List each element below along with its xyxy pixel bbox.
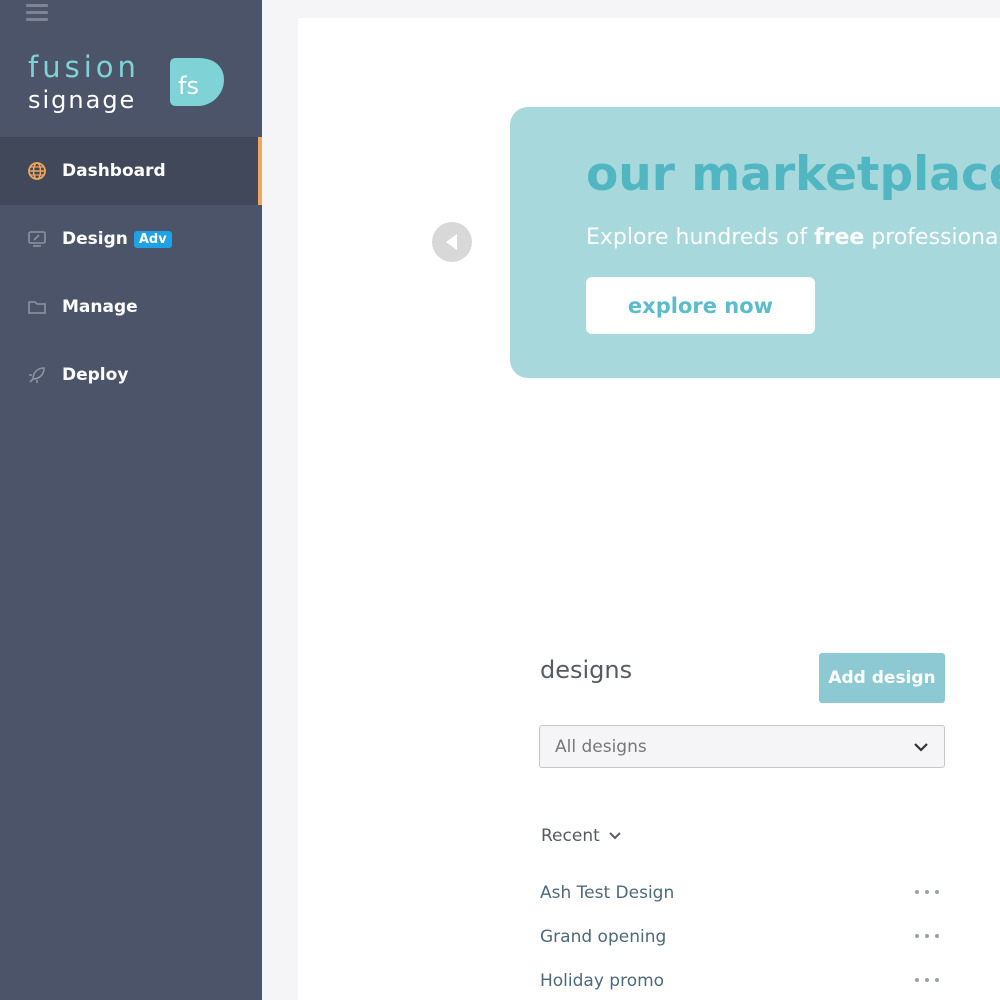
more-options-icon[interactable] xyxy=(915,882,939,902)
designs-filter-value: All designs xyxy=(555,736,647,757)
adv-badge: Adv xyxy=(133,230,172,248)
banner-subtitle-pre: Explore hundreds of xyxy=(586,225,815,250)
list-item: Ash Test Design xyxy=(540,878,945,908)
designs-heading: designs xyxy=(540,656,633,684)
recent-sort-toggle[interactable]: Recent xyxy=(541,826,622,846)
banner-title: our marketplace xyxy=(586,147,1000,202)
hamburger-menu-icon[interactable] xyxy=(26,4,48,26)
more-options-icon[interactable] xyxy=(915,970,939,990)
sidebar-item-manage[interactable]: Manage xyxy=(0,273,262,341)
add-design-button[interactable]: Add design xyxy=(819,653,945,703)
design-link[interactable]: Ash Test Design xyxy=(540,883,674,903)
design-monitor-icon xyxy=(26,228,48,250)
banner-subtitle: Explore hundreds of free professional xyxy=(586,225,1000,250)
sidebar-item-deploy[interactable]: Deploy xyxy=(0,341,262,409)
chevron-down-icon xyxy=(609,832,621,840)
designs-filter-select[interactable]: All designs xyxy=(539,725,945,768)
rocket-icon xyxy=(26,364,48,386)
logo-mark-text: fs xyxy=(178,72,199,100)
explore-now-button[interactable]: explore now xyxy=(586,277,815,334)
sidebar-item-label: Deploy xyxy=(62,365,129,385)
design-link[interactable]: Grand opening xyxy=(540,927,666,947)
recent-label: Recent xyxy=(541,826,600,846)
sidebar: fusion signage fs Dashboard Design Adv M… xyxy=(0,0,262,1000)
sidebar-nav: Dashboard Design Adv Manage Deploy xyxy=(0,137,262,409)
list-item: Holiday promo xyxy=(540,966,945,996)
globe-icon xyxy=(26,160,48,182)
logo-word-signage: signage xyxy=(28,86,137,114)
folder-icon xyxy=(26,296,48,318)
list-item: Grand opening xyxy=(540,922,945,952)
sidebar-item-label: Manage xyxy=(62,297,138,317)
logo-word-fusion: fusion xyxy=(28,50,140,84)
logo-heart-mark-icon: fs xyxy=(170,58,224,106)
sidebar-item-label: Design xyxy=(62,229,128,249)
design-link[interactable]: Holiday promo xyxy=(540,971,664,991)
banner-subtitle-post: professional xyxy=(864,225,1000,250)
chevron-down-icon xyxy=(914,743,928,752)
sidebar-item-dashboard[interactable]: Dashboard xyxy=(0,137,262,205)
sidebar-item-design[interactable]: Design Adv xyxy=(0,205,262,273)
logo[interactable]: fusion signage fs xyxy=(28,50,228,120)
sidebar-item-label: Dashboard xyxy=(62,161,166,181)
more-options-icon[interactable] xyxy=(915,926,939,946)
marketplace-banner: our marketplace Explore hundreds of free… xyxy=(510,107,1000,378)
carousel-prev-arrow-icon[interactable] xyxy=(432,222,472,262)
banner-subtitle-bold: free xyxy=(814,225,865,250)
